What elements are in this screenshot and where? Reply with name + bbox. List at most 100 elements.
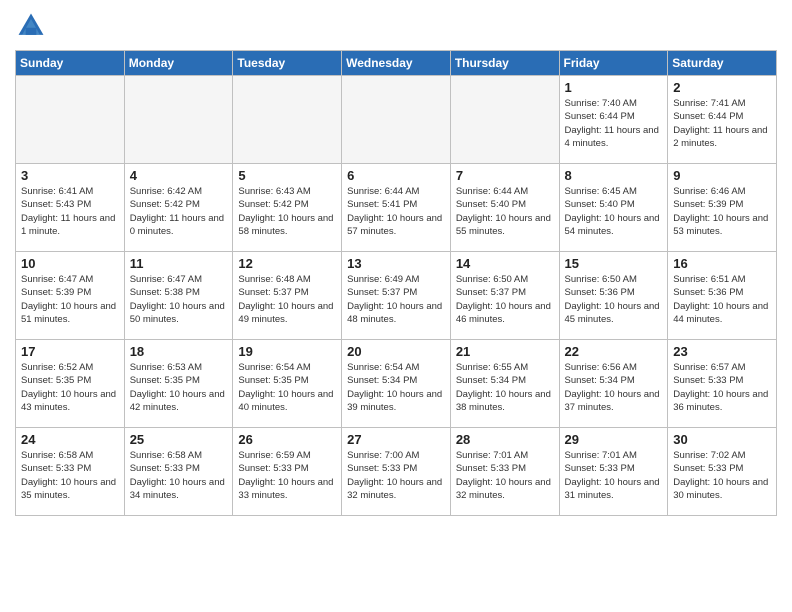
calendar-cell: 10Sunrise: 6:47 AMSunset: 5:39 PMDayligh… bbox=[16, 252, 125, 340]
day-info: Sunrise: 6:54 AMSunset: 5:34 PMDaylight:… bbox=[347, 361, 445, 414]
logo-icon bbox=[15, 10, 47, 42]
day-number: 18 bbox=[130, 344, 228, 359]
calendar-cell: 13 Sunrise: 6:49 AMSunset: 5:37 PMDayligh… bbox=[342, 252, 451, 340]
day-number: 17 bbox=[21, 344, 119, 359]
calendar-cell: 25Sunrise: 6:58 AMSunset: 5:33 PMDayligh… bbox=[124, 428, 233, 516]
calendar-cell: 23 Sunrise: 6:57 AMSunset: 5:33 PMDayligh… bbox=[668, 340, 777, 428]
day-number: 29 bbox=[565, 432, 663, 447]
calendar-cell bbox=[16, 76, 125, 164]
day-info: Sunrise: 7:01 AMSunset: 5:33 PMDaylight:… bbox=[456, 449, 554, 502]
day-number: 15 bbox=[565, 256, 663, 271]
day-number: 2 bbox=[673, 80, 771, 95]
calendar-cell: 18 Sunrise: 6:53 AMSunset: 5:35 PMDayligh… bbox=[124, 340, 233, 428]
day-info: Sunrise: 7:00 AMSunset: 5:33 PMDaylight:… bbox=[347, 449, 445, 502]
day-info: Sunrise: 6:43 AMSunset: 5:42 PMDaylight:… bbox=[238, 185, 336, 238]
calendar-cell bbox=[342, 76, 451, 164]
day-number: 9 bbox=[673, 168, 771, 183]
calendar-header: SundayMondayTuesdayWednesdayThursdayFrid… bbox=[16, 51, 777, 76]
day-number: 16 bbox=[673, 256, 771, 271]
calendar-cell: 21Sunrise: 6:55 AMSunset: 5:34 PMDayligh… bbox=[450, 340, 559, 428]
calendar-cell: 28 Sunrise: 7:01 AMSunset: 5:33 PMDayligh… bbox=[450, 428, 559, 516]
calendar-week-row: 17 Sunrise: 6:52 AMSunset: 5:35 PMDayligh… bbox=[16, 340, 777, 428]
calendar-cell: 19 Sunrise: 6:54 AMSunset: 5:35 PMDayligh… bbox=[233, 340, 342, 428]
day-header: Friday bbox=[559, 51, 668, 76]
day-number: 1 bbox=[565, 80, 663, 95]
day-info: Sunrise: 6:54 AMSunset: 5:35 PMDaylight:… bbox=[238, 361, 336, 414]
day-number: 26 bbox=[238, 432, 336, 447]
day-number: 4 bbox=[130, 168, 228, 183]
day-header: Sunday bbox=[16, 51, 125, 76]
day-number: 20 bbox=[347, 344, 445, 359]
day-info: Sunrise: 6:45 AMSunset: 5:40 PMDaylight:… bbox=[565, 185, 663, 238]
calendar-cell: 30Sunrise: 7:02 AMSunset: 5:33 PMDayligh… bbox=[668, 428, 777, 516]
calendar-week-row: 3Sunrise: 6:41 AMSunset: 5:43 PMDaylight… bbox=[16, 164, 777, 252]
day-header: Saturday bbox=[668, 51, 777, 76]
day-info: Sunrise: 7:01 AMSunset: 5:33 PMDaylight:… bbox=[565, 449, 663, 502]
day-info: Sunrise: 6:59 AMSunset: 5:33 PMDaylight:… bbox=[238, 449, 336, 502]
day-number: 14 bbox=[456, 256, 554, 271]
calendar-cell bbox=[124, 76, 233, 164]
day-info: Sunrise: 7:40 AMSunset: 6:44 PMDaylight:… bbox=[565, 97, 663, 150]
calendar-cell: 2 Sunrise: 7:41 AMSunset: 6:44 PMDaylight… bbox=[668, 76, 777, 164]
calendar-cell: 20 Sunrise: 6:54 AMSunset: 5:34 PMDayligh… bbox=[342, 340, 451, 428]
calendar-cell: 26 Sunrise: 6:59 AMSunset: 5:33 PMDayligh… bbox=[233, 428, 342, 516]
day-number: 10 bbox=[21, 256, 119, 271]
day-info: Sunrise: 6:58 AMSunset: 5:33 PMDaylight:… bbox=[130, 449, 228, 502]
day-number: 24 bbox=[21, 432, 119, 447]
calendar-cell bbox=[233, 76, 342, 164]
day-info: Sunrise: 6:52 AMSunset: 5:35 PMDaylight:… bbox=[21, 361, 119, 414]
day-number: 6 bbox=[347, 168, 445, 183]
calendar-cell: 9 Sunrise: 6:46 AMSunset: 5:39 PMDaylight… bbox=[668, 164, 777, 252]
day-number: 7 bbox=[456, 168, 554, 183]
calendar-body: 1 Sunrise: 7:40 AMSunset: 6:44 PMDaylight… bbox=[16, 76, 777, 516]
calendar-cell: 14Sunrise: 6:50 AMSunset: 5:37 PMDayligh… bbox=[450, 252, 559, 340]
day-number: 27 bbox=[347, 432, 445, 447]
calendar-cell: 24 Sunrise: 6:58 AMSunset: 5:33 PMDayligh… bbox=[16, 428, 125, 516]
logo bbox=[15, 10, 51, 42]
calendar-cell: 15 Sunrise: 6:50 AMSunset: 5:36 PMDayligh… bbox=[559, 252, 668, 340]
day-info: Sunrise: 6:49 AMSunset: 5:37 PMDaylight:… bbox=[347, 273, 445, 326]
calendar-cell: 1 Sunrise: 7:40 AMSunset: 6:44 PMDaylight… bbox=[559, 76, 668, 164]
calendar-cell: 17 Sunrise: 6:52 AMSunset: 5:35 PMDayligh… bbox=[16, 340, 125, 428]
calendar-cell: 16 Sunrise: 6:51 AMSunset: 5:36 PMDayligh… bbox=[668, 252, 777, 340]
calendar-cell: 8 Sunrise: 6:45 AMSunset: 5:40 PMDaylight… bbox=[559, 164, 668, 252]
calendar-cell: 6 Sunrise: 6:44 AMSunset: 5:41 PMDaylight… bbox=[342, 164, 451, 252]
calendar-cell bbox=[450, 76, 559, 164]
day-number: 5 bbox=[238, 168, 336, 183]
day-number: 11 bbox=[130, 256, 228, 271]
day-header: Tuesday bbox=[233, 51, 342, 76]
calendar-cell: 27 Sunrise: 7:00 AMSunset: 5:33 PMDayligh… bbox=[342, 428, 451, 516]
day-info: Sunrise: 6:47 AMSunset: 5:38 PMDaylight:… bbox=[130, 273, 228, 326]
calendar-cell: 11 Sunrise: 6:47 AMSunset: 5:38 PMDayligh… bbox=[124, 252, 233, 340]
calendar-page: SundayMondayTuesdayWednesdayThursdayFrid… bbox=[0, 0, 792, 526]
day-number: 19 bbox=[238, 344, 336, 359]
calendar-cell: 29 Sunrise: 7:01 AMSunset: 5:33 PMDayligh… bbox=[559, 428, 668, 516]
day-info: Sunrise: 6:51 AMSunset: 5:36 PMDaylight:… bbox=[673, 273, 771, 326]
day-info: Sunrise: 6:42 AMSunset: 5:42 PMDaylight:… bbox=[130, 185, 228, 238]
day-number: 28 bbox=[456, 432, 554, 447]
day-info: Sunrise: 7:41 AMSunset: 6:44 PMDaylight:… bbox=[673, 97, 771, 150]
calendar-week-row: 10Sunrise: 6:47 AMSunset: 5:39 PMDayligh… bbox=[16, 252, 777, 340]
day-info: Sunrise: 6:50 AMSunset: 5:36 PMDaylight:… bbox=[565, 273, 663, 326]
day-number: 21 bbox=[456, 344, 554, 359]
day-info: Sunrise: 6:56 AMSunset: 5:34 PMDaylight:… bbox=[565, 361, 663, 414]
day-number: 23 bbox=[673, 344, 771, 359]
day-info: Sunrise: 6:53 AMSunset: 5:35 PMDaylight:… bbox=[130, 361, 228, 414]
day-number: 13 bbox=[347, 256, 445, 271]
day-header: Wednesday bbox=[342, 51, 451, 76]
calendar-cell: 22 Sunrise: 6:56 AMSunset: 5:34 PMDayligh… bbox=[559, 340, 668, 428]
day-info: Sunrise: 6:57 AMSunset: 5:33 PMDaylight:… bbox=[673, 361, 771, 414]
day-info: Sunrise: 6:58 AMSunset: 5:33 PMDaylight:… bbox=[21, 449, 119, 502]
day-number: 22 bbox=[565, 344, 663, 359]
day-number: 3 bbox=[21, 168, 119, 183]
day-info: Sunrise: 6:46 AMSunset: 5:39 PMDaylight:… bbox=[673, 185, 771, 238]
calendar-cell: 12Sunrise: 6:48 AMSunset: 5:37 PMDayligh… bbox=[233, 252, 342, 340]
day-info: Sunrise: 6:44 AMSunset: 5:41 PMDaylight:… bbox=[347, 185, 445, 238]
calendar-table: SundayMondayTuesdayWednesdayThursdayFrid… bbox=[15, 50, 777, 516]
day-number: 30 bbox=[673, 432, 771, 447]
day-number: 8 bbox=[565, 168, 663, 183]
day-header: Monday bbox=[124, 51, 233, 76]
day-headers-row: SundayMondayTuesdayWednesdayThursdayFrid… bbox=[16, 51, 777, 76]
day-header: Thursday bbox=[450, 51, 559, 76]
day-number: 12 bbox=[238, 256, 336, 271]
